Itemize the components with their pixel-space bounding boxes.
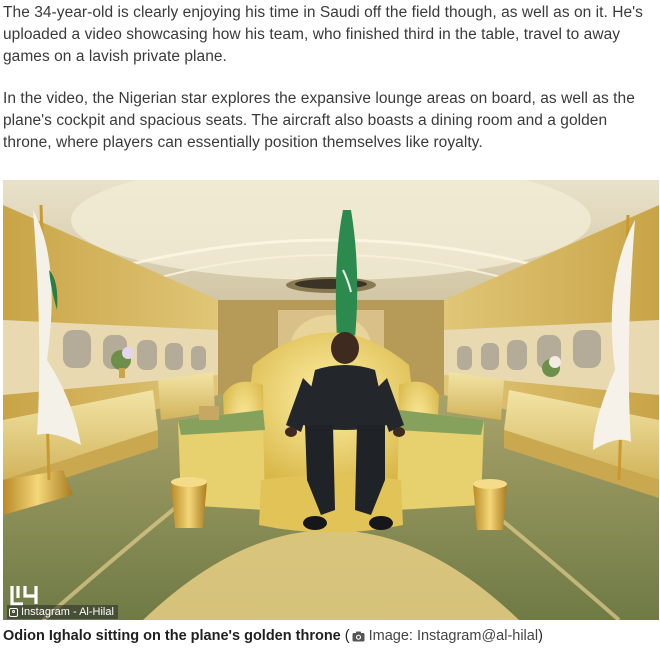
plane-interior-image [3, 180, 659, 620]
caption-text: Odion Ighalo sitting on the plane's gold… [3, 628, 341, 644]
caption-open-paren: ( [340, 628, 350, 644]
photo-caption: Odion Ighalo sitting on the plane's gold… [3, 626, 657, 646]
watermark-label: Instagram - Al-Hilal [21, 606, 114, 618]
al-hilal-logo [10, 586, 38, 606]
article-paragraph: The 34-year-old is clearly enjoying his … [3, 4, 643, 65]
caption-credit: Image: Instagram@al-hilal [350, 627, 538, 645]
camera-icon [352, 631, 365, 641]
article-paragraph: In the video, the Nigerian star explores… [3, 90, 635, 151]
caption-credit-text: Image: Instagram@al-hilal [368, 628, 539, 644]
caption-close-paren: ) [538, 628, 543, 644]
instagram-icon [9, 607, 18, 617]
article-photo[interactable]: Instagram - Al-Hilal [3, 180, 659, 620]
image-watermark: Instagram - Al-Hilal [7, 605, 118, 619]
article: The 34-year-old is clearly enjoying his … [0, 0, 660, 658]
